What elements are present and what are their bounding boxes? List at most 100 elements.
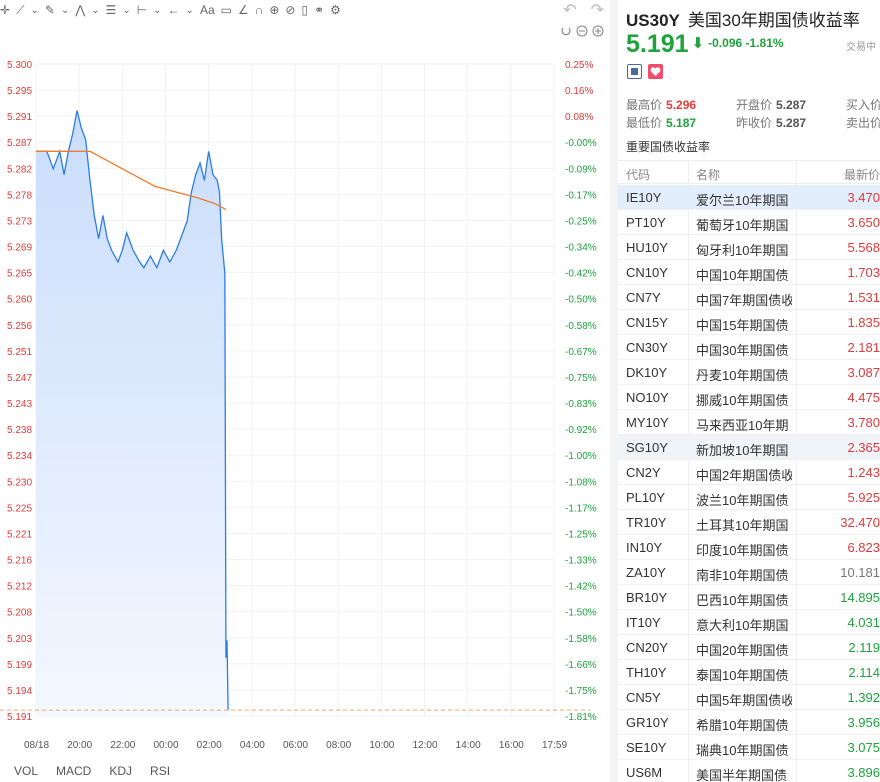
y-tick-right: -0.58% [565, 321, 597, 332]
table-row[interactable]: IT10Y 意大利10年期国 4.031 [618, 610, 880, 635]
col-price[interactable]: 最新价 [844, 166, 880, 183]
zigzag-icon[interactable]: ⋀ [75, 1, 85, 19]
indicator-tab-vol[interactable]: VOL [14, 764, 38, 778]
table-row[interactable]: CN15Y 中国15年期国债 1.835 [618, 310, 880, 335]
y-tick-right: 0.08% [565, 112, 593, 123]
y-tick-left: 5.282 [7, 164, 32, 175]
indicator-tab-rsi[interactable]: RSI [150, 764, 170, 778]
y-tick-left: 5.269 [7, 243, 32, 254]
row-name: 中国5年期国债收 [696, 693, 792, 708]
table-row[interactable]: CN30Y 中国30年期国债 2.181 [618, 335, 880, 360]
col-code[interactable]: 代码 [626, 166, 650, 183]
y-tick-right: -1.00% [565, 451, 597, 462]
table-row[interactable]: SE10Y 瑞典10年期国债 3.075 [618, 735, 880, 760]
chevron-down-icon[interactable]: ⌄ [30, 1, 38, 19]
table-row[interactable]: PL10Y 波兰10年期国债 5.925 [618, 485, 880, 510]
arrow-icon[interactable]: ← [168, 1, 180, 19]
low-label: 最低价 [626, 116, 663, 130]
chevron-down-icon[interactable]: ⌄ [153, 1, 161, 19]
table-row[interactable]: PT10Y 葡萄牙10年期国 3.650 [618, 210, 880, 235]
row-name: 匈牙利10年期国 [696, 243, 789, 258]
row-price: 2.119 [848, 640, 880, 655]
table-row[interactable]: MY10Y 马来西亚10年期 3.780 [618, 410, 880, 435]
compare-icon[interactable]: ⚭ [314, 1, 324, 19]
table-row[interactable]: SG10Y 新加坡10年期国 2.365 [618, 435, 880, 460]
text-icon[interactable]: Aa [200, 1, 215, 19]
zoom-out-icon[interactable] [576, 24, 588, 37]
table-row[interactable]: HU10Y 匈牙利10年期国 5.568 [618, 235, 880, 260]
table-row[interactable]: CN5Y 中国5年期国债收 1.392 [618, 685, 880, 710]
table-row[interactable]: CN2Y 中国2年期国债收 1.243 [618, 460, 880, 485]
undo-redo-group: ↶ ↷ [563, 0, 604, 20]
chevron-down-icon[interactable]: ⌄ [91, 1, 99, 19]
row-code: US6M [626, 765, 663, 780]
range-icon[interactable]: ⊢ [137, 1, 147, 19]
prevclose-label: 昨收价 [736, 116, 773, 130]
x-tick: 08:00 [326, 740, 351, 751]
trash-icon[interactable]: ▯ [301, 1, 308, 19]
y-tick-left: 5.208 [7, 608, 32, 619]
ruler-icon[interactable]: ∠ [238, 1, 249, 19]
pen-icon[interactable]: ✎ [45, 1, 55, 19]
favorite-icon[interactable] [648, 64, 663, 79]
row-code: CN15Y [626, 315, 668, 330]
undo-icon[interactable]: ↶ [563, 0, 576, 20]
comment-icon[interactable]: ▭ [221, 1, 232, 19]
table-row[interactable]: ZA10Y 南非10年期国债 10.181 [618, 560, 880, 585]
table-row[interactable]: CN10Y 中国10年期国债 1.703 [618, 260, 880, 285]
symbol: US30Y [626, 11, 680, 30]
y-tick-right: -1.81% [565, 712, 597, 723]
y-tick-right: -0.00% [565, 138, 597, 149]
lock-icon[interactable]: ⊕ [269, 1, 279, 19]
indicator-tab-macd[interactable]: MACD [56, 764, 91, 778]
table-row[interactable]: CN20Y 中国20年期国债 2.119 [618, 635, 880, 660]
x-tick: 06:00 [283, 740, 308, 751]
col-name[interactable]: 名称 [696, 166, 792, 183]
table-row[interactable]: TR10Y 土耳其10年期国 32.470 [618, 510, 880, 535]
y-tick-right: -0.42% [565, 269, 597, 280]
table-row[interactable]: DK10Y 丹麦10年期国债 3.087 [618, 360, 880, 385]
y-tick-left: 5.199 [7, 660, 32, 671]
row-price: 2.365 [847, 440, 880, 455]
settings-icon[interactable]: ⚙ [330, 1, 341, 19]
indicator-tab-kdj[interactable]: KDJ [109, 764, 132, 778]
row-name: 南非10年期国债 [696, 568, 789, 583]
table-row[interactable]: IN10Y 印度10年期国债 6.823 [618, 535, 880, 560]
row-name: 挪威10年期国债 [696, 393, 789, 408]
y-tick-right: -1.66% [565, 660, 597, 671]
table-row[interactable]: CN7Y 中国7年期国债收 1.531 [618, 285, 880, 310]
x-tick: 14:00 [456, 740, 481, 751]
price-chart[interactable]: 5.300 0.25% 5.295 0.16% 5.291 0.08% 5.287 -0.00… [0, 40, 610, 764]
crosshair-icon[interactable]: ✛ [0, 1, 10, 19]
row-price: 1.531 [847, 290, 880, 305]
panel-divider[interactable] [610, 0, 618, 782]
row-code: SG10Y [626, 440, 668, 455]
table-header: 代码 名称 最新价 [618, 160, 880, 184]
sell-row: 卖出价 [846, 114, 880, 131]
open-value: 5.287 [776, 98, 807, 112]
zoom-in-icon[interactable] [592, 24, 604, 37]
magnet-icon[interactable]: ∩ [255, 1, 264, 19]
table-row[interactable]: IE10Y 爱尔兰10年期国 3.470 [618, 185, 880, 210]
redo-icon[interactable]: ↷ [591, 0, 604, 20]
chevron-down-icon[interactable]: ⌄ [186, 1, 194, 19]
note-icon[interactable] [627, 64, 642, 79]
table-row[interactable]: NO10Y 挪威10年期国债 4.475 [618, 385, 880, 410]
eye-off-icon[interactable]: ⊘ [285, 1, 295, 19]
trend-line-icon[interactable]: ⟋ [16, 1, 24, 19]
table-row[interactable]: US6M 美国半年期国债 3.896 [618, 760, 880, 782]
table-row[interactable]: TH10Y 泰国10年期国债 2.114 [618, 660, 880, 685]
y-tick-left: 5.265 [7, 269, 32, 280]
low-value: 5.187 [666, 116, 697, 130]
chart-pane[interactable]: ✛ ⟋ ⌄ ✎ ⌄ ⋀ ⌄ ☰ ⌄ ⊢ ⌄ ← ⌄ Aa ▭ ∠ ∩ ⊕ ⊘ ▯ ⚭ ⚙ ↶ ↷ 5.300 0.25% 5.… [0, 0, 610, 782]
y-tick-left: 5.203 [7, 634, 32, 645]
table-row[interactable]: BR10Y 巴西10年期国债 14.895 [618, 585, 880, 610]
reset-icon[interactable] [560, 24, 572, 36]
row-code: ZA10Y [626, 565, 666, 580]
fib-icon[interactable]: ☰ [106, 1, 117, 19]
chevron-down-icon[interactable]: ⌄ [122, 1, 130, 19]
row-price: 6.823 [847, 540, 880, 555]
y-tick-left: 5.225 [7, 503, 32, 514]
table-row[interactable]: GR10Y 希腊10年期国债 3.956 [618, 710, 880, 735]
chevron-down-icon[interactable]: ⌄ [61, 1, 69, 19]
